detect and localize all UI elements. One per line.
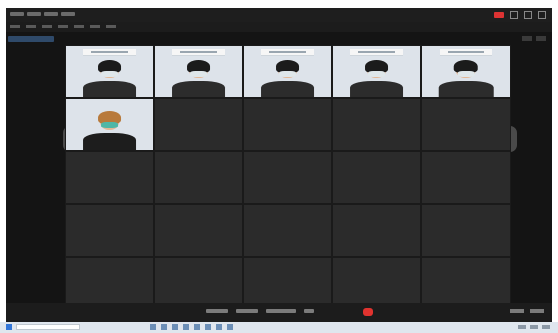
start-icon[interactable] (6, 324, 12, 330)
menu-item[interactable] (106, 25, 116, 28)
video-tile[interactable] (332, 45, 421, 98)
view-controls (522, 36, 546, 41)
virtual-background-banner (261, 49, 314, 56)
system-tray (518, 325, 550, 329)
menu-item[interactable] (42, 25, 52, 28)
right-controls (510, 309, 544, 313)
menu-item[interactable] (10, 25, 20, 28)
meeting-info-chip[interactable] (8, 36, 54, 42)
taskbar-pinned-apps (150, 324, 233, 330)
app-icon[interactable] (172, 324, 178, 330)
minimize-button[interactable] (510, 11, 518, 19)
participant-tile[interactable] (332, 151, 421, 204)
zoom-window (6, 8, 552, 322)
recording-indicator (494, 12, 504, 18)
virtual-background-banner (172, 49, 225, 56)
virtual-background-banner (350, 49, 403, 56)
video-tile[interactable] (154, 45, 243, 98)
app-icon[interactable] (194, 324, 200, 330)
app-icon[interactable] (205, 324, 211, 330)
clock[interactable] (542, 325, 550, 329)
app-icon[interactable] (161, 324, 167, 330)
participant-tile[interactable] (154, 151, 243, 204)
participant-video (171, 59, 226, 97)
participant-video (438, 59, 494, 97)
meeting-controls-bar (6, 303, 552, 322)
window-controls (494, 11, 546, 19)
video-button[interactable] (236, 309, 258, 313)
video-tile[interactable] (421, 45, 511, 98)
title-bar-labels (10, 12, 75, 16)
participant-tile[interactable] (243, 204, 332, 257)
maximize-button[interactable] (524, 11, 532, 19)
app-icon[interactable] (227, 324, 233, 330)
participant-tile[interactable] (243, 98, 332, 151)
windows-taskbar (0, 322, 558, 333)
video-tile[interactable] (65, 98, 154, 151)
menu-item[interactable] (90, 25, 100, 28)
reactions-button[interactable] (510, 309, 524, 313)
menu-item[interactable] (74, 25, 84, 28)
app-icon[interactable] (183, 324, 189, 330)
participant-video (349, 59, 404, 97)
title-bar (6, 8, 552, 22)
participants-button[interactable] (266, 309, 288, 313)
taskbar-search-input[interactable] (16, 324, 80, 330)
close-button[interactable] (538, 11, 546, 19)
chat-button[interactable] (286, 309, 296, 313)
participant-tile[interactable] (65, 204, 154, 257)
participant-tile[interactable] (243, 151, 332, 204)
view-button[interactable] (522, 36, 532, 41)
menu-item[interactable] (26, 25, 36, 28)
participant-tile[interactable] (332, 204, 421, 257)
mute-button[interactable] (206, 309, 228, 313)
video-tile[interactable] (65, 45, 154, 98)
participant-video (260, 59, 315, 97)
app-icon[interactable] (216, 324, 222, 330)
center-controls (286, 309, 314, 313)
participant-tile[interactable] (154, 98, 243, 151)
share-screen-button[interactable] (304, 309, 314, 313)
participant-video (82, 59, 137, 97)
menu-item[interactable] (58, 25, 68, 28)
participant-tile[interactable] (154, 204, 243, 257)
left-controls (206, 309, 288, 313)
participant-tile[interactable] (421, 204, 511, 257)
more-button[interactable] (530, 309, 544, 313)
virtual-background-banner (439, 49, 493, 56)
participant-tile[interactable] (421, 151, 511, 204)
fullscreen-button[interactable] (536, 36, 546, 41)
participant-tile[interactable] (65, 151, 154, 204)
tray-icon[interactable] (530, 325, 538, 329)
video-tile[interactable] (243, 45, 332, 98)
end-meeting-button[interactable] (363, 308, 373, 316)
gallery-grid (65, 45, 511, 310)
participant-tile[interactable] (332, 98, 421, 151)
participant-tile[interactable] (421, 98, 511, 151)
virtual-background-banner (83, 49, 136, 56)
app-icon[interactable] (150, 324, 156, 330)
menu-bar (6, 22, 552, 32)
participant-video (82, 110, 137, 150)
tray-icon[interactable] (518, 325, 526, 329)
